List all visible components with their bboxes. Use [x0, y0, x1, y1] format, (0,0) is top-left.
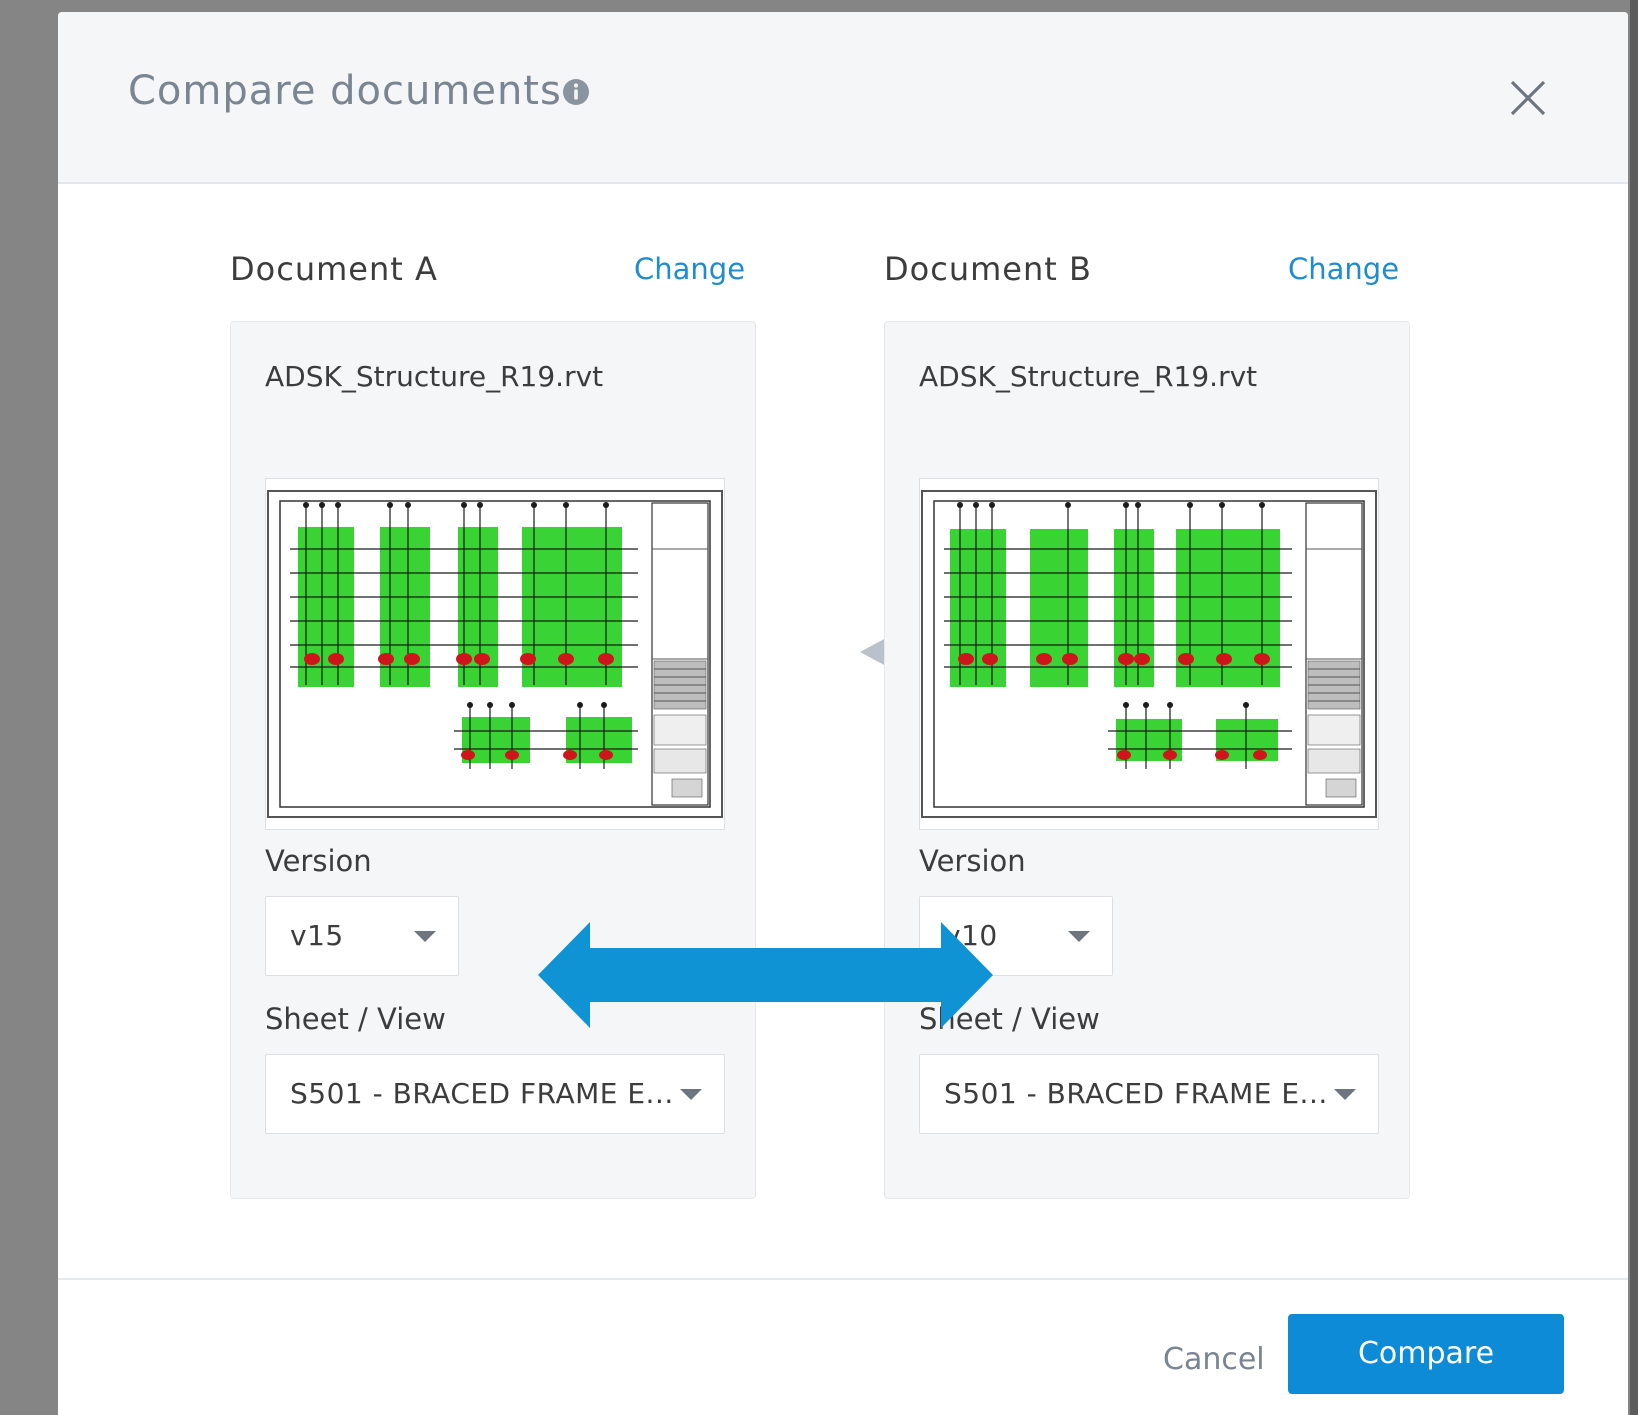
document-a-version-label: Version — [265, 844, 372, 878]
document-b-change-link[interactable]: Change — [1288, 252, 1399, 286]
compare-button[interactable]: Compare — [1288, 1314, 1564, 1394]
document-b-version-label: Version — [919, 844, 1026, 878]
compare-documents-dialog: Compare documents Document A Change ADSK… — [58, 12, 1628, 1415]
cancel-button[interactable]: Cancel — [1163, 1342, 1265, 1377]
document-a-version-value: v15 — [290, 919, 344, 952]
document-a-card: ADSK_Structure_R19.rvt Version v15 Sheet… — [230, 321, 756, 1199]
document-a-file-name: ADSK_Structure_R19.rvt — [265, 360, 604, 393]
sheet-drawing-b — [921, 490, 1377, 818]
sheet-drawing-a — [267, 490, 723, 818]
document-a-sheet-select[interactable]: S501 - BRACED FRAME E... — [265, 1054, 725, 1134]
document-a-heading: Document A — [230, 250, 438, 288]
document-b-sheet-value: S501 - BRACED FRAME E... — [944, 1077, 1328, 1110]
document-b-thumbnail — [919, 478, 1379, 830]
close-icon[interactable] — [1504, 74, 1552, 122]
chevron-down-icon — [1334, 1089, 1356, 1100]
document-a-sheet-value: S501 - BRACED FRAME E... — [290, 1077, 674, 1110]
dialog-header: Compare documents — [58, 12, 1628, 184]
info-icon[interactable] — [562, 78, 590, 106]
document-b-file-name: ADSK_Structure_R19.rvt — [919, 360, 1258, 393]
document-a-version-select[interactable]: v15 — [265, 896, 459, 976]
chevron-down-icon — [414, 931, 436, 942]
dialog-title: Compare documents — [128, 68, 562, 114]
document-a-sheet-label: Sheet / View — [265, 1002, 446, 1036]
dialog-footer: Cancel Compare — [58, 1278, 1628, 1415]
backdrop-scrollbar — [1630, 0, 1638, 1415]
document-a-thumbnail — [265, 478, 725, 830]
chevron-down-icon — [1068, 931, 1090, 942]
chevron-down-icon — [680, 1089, 702, 1100]
document-b-card: ADSK_Structure_R19.rvt Version v10 Sheet… — [884, 321, 1410, 1199]
double-headed-arrow-annotation — [538, 922, 993, 1028]
document-a-change-link[interactable]: Change — [634, 252, 745, 286]
document-b-heading: Document B — [884, 250, 1092, 288]
document-b-sheet-select[interactable]: S501 - BRACED FRAME E... — [919, 1054, 1379, 1134]
